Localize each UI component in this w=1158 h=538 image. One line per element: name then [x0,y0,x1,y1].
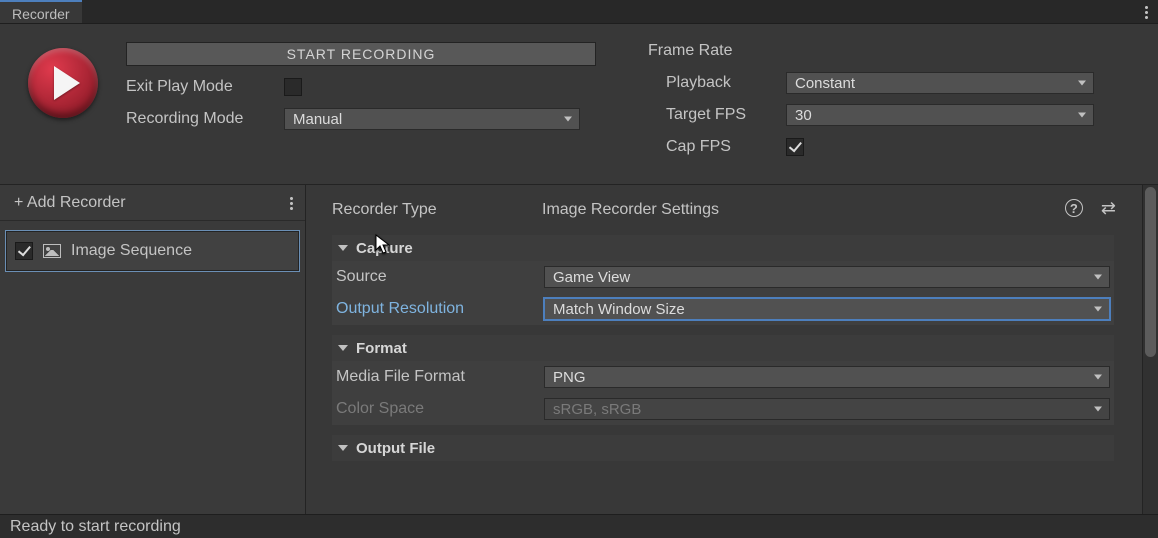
target-fps-dropdown[interactable]: 30 [786,104,1094,126]
color-space-value: sRGB, sRGB [553,401,641,418]
output-resolution-value: Match Window Size [553,301,685,318]
window-menu-button[interactable] [1134,0,1158,23]
source-label: Source [334,268,544,286]
section-output-file-title: Output File [356,440,435,457]
image-icon [43,244,61,258]
source-value: Game View [553,269,630,286]
cap-fps-label: Cap FPS [648,138,778,156]
frame-rate-header: Frame Rate [648,42,1118,60]
playback-value: Constant [795,75,855,92]
record-button[interactable] [28,48,98,118]
recording-mode-value: Manual [293,111,342,128]
target-fps-value: 30 [795,107,812,124]
exit-play-mode-checkbox[interactable] [284,78,302,96]
kebab-icon [1145,5,1148,19]
foldout-icon [338,445,348,451]
section-output-file-header[interactable]: Output File [332,435,1114,461]
status-bar: Ready to start recording [0,514,1158,538]
recording-mode-label: Recording Mode [126,110,276,128]
playback-label: Playback [648,74,778,92]
foldout-icon [338,245,348,251]
playback-dropdown[interactable]: Constant [786,72,1094,94]
exit-play-mode-label: Exit Play Mode [126,78,276,96]
media-file-format-value: PNG [553,369,586,386]
play-icon [54,66,80,100]
add-recorder-button[interactable]: + Add Recorder [0,185,305,221]
kebab-icon [290,196,293,210]
output-resolution-dropdown[interactable]: Match Window Size [544,298,1110,320]
color-space-dropdown: sRGB, sRGB [544,398,1110,420]
media-file-format-dropdown[interactable]: PNG [544,366,1110,388]
section-capture-title: Capture [356,240,413,257]
preset-icon[interactable]: ⇄ [1101,199,1114,217]
output-resolution-label: Output Resolution [334,300,544,318]
cap-fps-checkbox[interactable] [786,138,804,156]
scrollbar-thumb[interactable] [1145,187,1156,357]
recorder-type-value: Image Recorder Settings [542,201,719,219]
section-format-title: Format [356,340,407,357]
recorder-enabled-checkbox[interactable] [15,242,33,260]
section-capture-header[interactable]: Capture [332,235,1114,261]
recording-mode-dropdown[interactable]: Manual [284,108,580,130]
status-text: Ready to start recording [10,518,181,536]
foldout-icon [338,345,348,351]
start-recording-label: START RECORDING [287,46,436,62]
section-format-header[interactable]: Format [332,335,1114,361]
tab-recorder[interactable]: Recorder [0,0,82,23]
color-space-label: Color Space [334,400,544,418]
scrollbar-vertical[interactable] [1142,185,1158,514]
recorder-list-item[interactable]: Image Sequence [6,231,299,271]
recorder-item-label: Image Sequence [71,242,192,260]
add-recorder-label: + Add Recorder [14,194,126,212]
recorder-type-label: Recorder Type [332,201,542,219]
start-recording-button[interactable]: START RECORDING [126,42,596,66]
media-file-format-label: Media File Format [334,368,544,386]
source-dropdown[interactable]: Game View [544,266,1110,288]
help-icon[interactable]: ? [1065,199,1083,217]
tab-label: Recorder [12,6,70,22]
target-fps-label: Target FPS [648,106,778,124]
